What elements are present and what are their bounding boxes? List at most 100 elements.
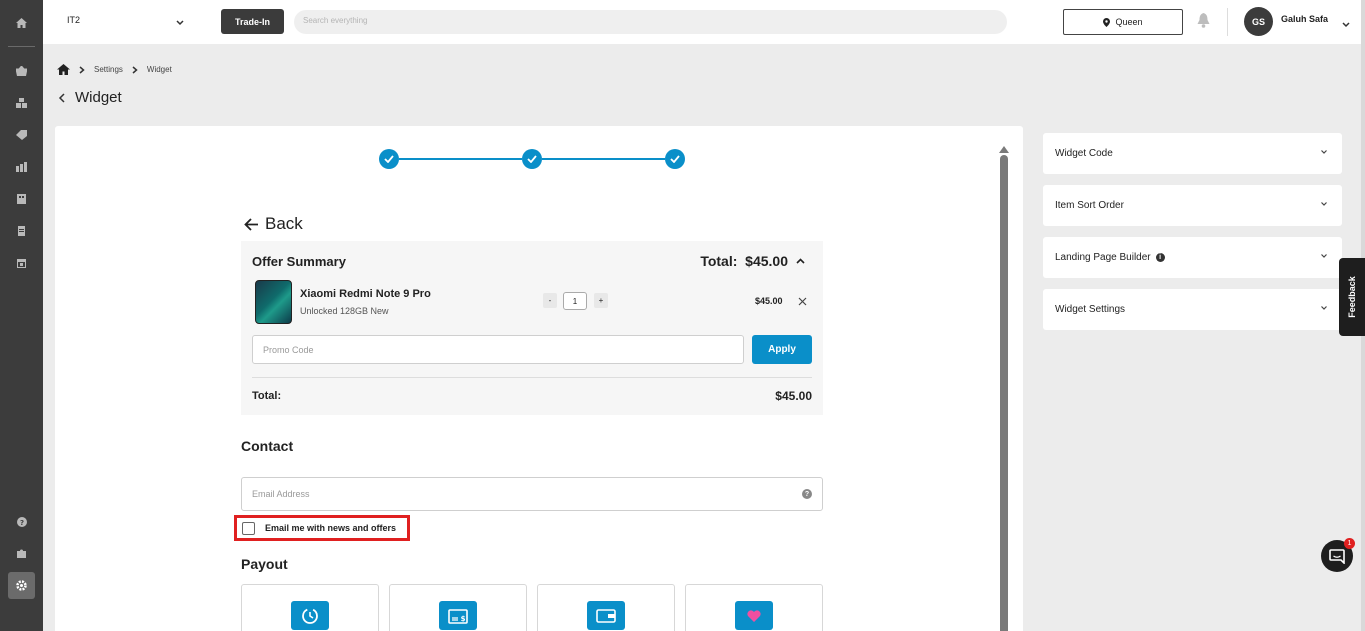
basket-icon[interactable]: [0, 61, 43, 81]
gear-icon: [16, 580, 27, 591]
chevron-down-icon[interactable]: [1342, 17, 1350, 31]
topbar-divider: [1227, 8, 1228, 36]
chat-icon: [1329, 548, 1345, 564]
payout-option-wallet[interactable]: [537, 584, 675, 631]
product-price: $45.00: [755, 296, 783, 306]
panel-label: Widget Settings: [1055, 304, 1126, 315]
offer-summary-title: Offer Summary: [252, 254, 346, 269]
feedback-label: Feedback: [1347, 276, 1357, 318]
rail-divider: [8, 46, 35, 47]
chevron-right-icon: [79, 65, 85, 74]
chat-launcher[interactable]: 1: [1321, 538, 1355, 572]
breadcrumb-settings[interactable]: Settings: [94, 65, 123, 74]
close-icon[interactable]: [798, 295, 807, 309]
building-icon[interactable]: [0, 189, 43, 209]
chevron-up-icon: [796, 258, 805, 264]
calendar-icon[interactable]: [0, 253, 43, 273]
offer-summary: Offer Summary Total: $45.00 Xiaomi Redmi…: [241, 241, 823, 415]
chevron-left-icon[interactable]: [58, 92, 66, 103]
step-complete-icon: [379, 149, 399, 169]
newsletter-optin[interactable]: Email me with news and offers: [234, 515, 410, 541]
card-scrollbar[interactable]: [1000, 155, 1008, 631]
newsletter-checkbox[interactable]: [242, 521, 255, 535]
back-label: Back: [265, 214, 303, 233]
chevron-down-icon: [1321, 150, 1327, 154]
promo-code-input[interactable]: Promo Code: [252, 335, 744, 364]
avatar[interactable]: GS: [1244, 7, 1273, 36]
panel-widget-settings[interactable]: Widget Settings: [1043, 289, 1342, 330]
quantity-increase-button[interactable]: +: [594, 293, 608, 308]
chevron-right-icon: [132, 65, 138, 74]
chevron-down-icon: [1321, 254, 1327, 258]
summary-total: Total: $45.00: [700, 253, 788, 269]
step-connector: [542, 158, 665, 160]
product-name: Xiaomi Redmi Note 9 Pro: [300, 288, 431, 300]
payout-option-later[interactable]: [241, 584, 379, 631]
step-complete-icon: [665, 149, 685, 169]
step-connector: [399, 158, 522, 160]
breadcrumb: Settings Widget: [57, 64, 172, 75]
feedback-tab[interactable]: Feedback: [1339, 258, 1365, 336]
boxes-icon[interactable]: [0, 93, 43, 113]
svg-text:?: ?: [19, 519, 23, 527]
document-icon[interactable]: [0, 221, 43, 241]
puzzle-icon[interactable]: [0, 543, 43, 563]
scroll-up-icon[interactable]: [999, 142, 1009, 156]
chevron-down-icon[interactable]: [176, 15, 184, 29]
back-link[interactable]: Back: [244, 214, 303, 234]
user-name[interactable]: Galuh Safa: [1281, 14, 1328, 24]
contact-heading: Contact: [241, 438, 294, 454]
top-bar: IT2 Trade-In Search everything Queen GS …: [43, 0, 1365, 44]
breadcrumb-widget: Widget: [146, 65, 172, 74]
left-rail: ?: [0, 0, 43, 631]
clock-icon: [291, 601, 329, 630]
panel-label: Item Sort Order: [1055, 200, 1124, 211]
product-variant: Unlocked 128GB New: [300, 306, 389, 316]
chevron-down-icon: [1321, 306, 1327, 310]
step-complete-icon: [522, 149, 542, 169]
page-title: Widget: [75, 89, 122, 106]
location-label: Queen: [1115, 17, 1143, 27]
info-icon[interactable]: i: [1155, 253, 1165, 262]
total-value: $45.00: [775, 389, 812, 403]
home-icon[interactable]: [57, 64, 70, 75]
tag-icon[interactable]: [0, 125, 43, 145]
total-label: Total:: [252, 390, 282, 402]
email-placeholder: Email Address: [252, 489, 310, 499]
progress-stepper: [379, 149, 685, 169]
chart-icon[interactable]: [0, 157, 43, 177]
panel-label: Landing Page Builder: [1055, 252, 1151, 263]
payout-option-donate[interactable]: [685, 584, 823, 631]
home-icon[interactable]: [0, 13, 43, 33]
apply-button[interactable]: Apply: [752, 335, 812, 364]
svg-text:$: $: [461, 615, 466, 623]
summary-divider: [252, 377, 812, 378]
newsletter-label: Email me with news and offers: [265, 523, 397, 533]
payout-option-check[interactable]: $: [389, 584, 527, 631]
bell-icon[interactable]: [1197, 13, 1210, 31]
search-input[interactable]: Search everything: [294, 10, 1007, 34]
map-pin-icon: [1103, 17, 1111, 27]
email-field[interactable]: Email Address ?: [241, 477, 823, 511]
quantity-decrease-button[interactable]: -: [543, 293, 557, 308]
heart-icon: [735, 601, 773, 630]
trade-in-button[interactable]: Trade-In: [221, 9, 284, 34]
quantity-input[interactable]: 1: [563, 292, 587, 310]
help-icon[interactable]: ?: [0, 512, 43, 532]
cheque-icon: $: [439, 601, 477, 630]
arrow-left-icon: [244, 217, 258, 231]
payout-heading: Payout: [241, 556, 288, 572]
panel-widget-code[interactable]: Widget Code: [1043, 133, 1342, 174]
panel-label: Widget Code: [1055, 148, 1113, 159]
panel-item-sort-order[interactable]: Item Sort Order: [1043, 185, 1342, 226]
location-button[interactable]: Queen: [1063, 9, 1183, 35]
store-selector-label[interactable]: IT2: [67, 15, 80, 25]
help-icon[interactable]: ?: [802, 489, 812, 499]
chat-badge: 1: [1344, 538, 1355, 549]
settings-nav-item[interactable]: [8, 572, 35, 599]
chevron-down-icon: [1321, 202, 1327, 206]
offer-summary-toggle[interactable]: Total: $45.00: [700, 253, 805, 269]
panel-landing-page-builder[interactable]: Landing Page Builder i: [1043, 237, 1342, 278]
wallet-icon: [587, 601, 625, 630]
product-image: [255, 280, 292, 324]
